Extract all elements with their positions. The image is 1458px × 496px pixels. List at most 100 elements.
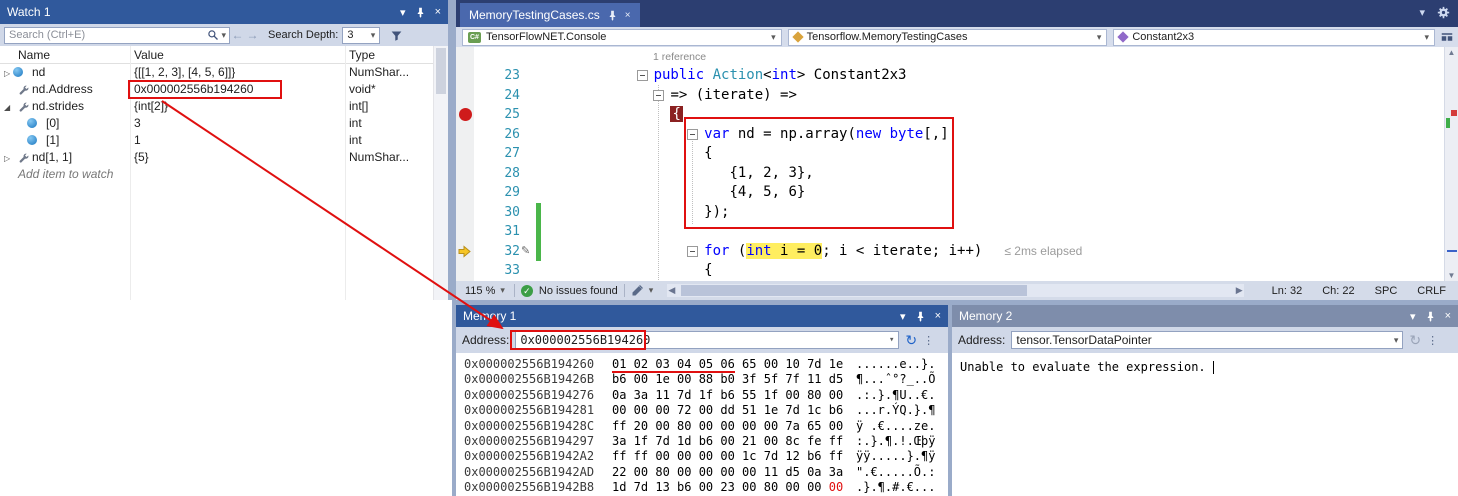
column-indicator[interactable]: Ch: 22 bbox=[1322, 285, 1354, 297]
spaces-indicator[interactable]: SPC bbox=[1375, 285, 1398, 297]
issues-status[interactable]: No issues found bbox=[539, 285, 618, 297]
collapse-region-icon[interactable] bbox=[653, 90, 664, 101]
watch-row[interactable]: [0]3int bbox=[0, 115, 448, 132]
split-window-icon[interactable] bbox=[1441, 31, 1453, 43]
scrollbar-thumb[interactable] bbox=[681, 285, 1027, 296]
watch-value[interactable]: 1 bbox=[134, 132, 141, 149]
collapse-region-icon[interactable] bbox=[637, 70, 648, 81]
watch-value[interactable]: 3 bbox=[134, 115, 141, 132]
chevron-down-icon[interactable]: ▾ bbox=[889, 335, 894, 345]
code-line[interactable]: { bbox=[704, 144, 712, 164]
collapse-region-icon[interactable] bbox=[687, 129, 698, 140]
editor-horizontal-scrollbar[interactable]: ◀ ▶ bbox=[667, 284, 1243, 297]
code-line[interactable]: public Action<int> Constant2x3 bbox=[654, 66, 907, 86]
member-dropdown[interactable]: Constant2x3 ▾ bbox=[1113, 29, 1435, 46]
code-cleanup-icon[interactable] bbox=[631, 285, 643, 297]
type-dropdown[interactable]: Tensorflow.MemoryTestingCases ▾ bbox=[788, 29, 1108, 46]
close-icon[interactable]: × bbox=[435, 6, 441, 18]
expander-icon[interactable]: ▷ bbox=[4, 65, 10, 82]
expander-icon[interactable]: ◢ bbox=[4, 99, 10, 116]
line-number[interactable]: 28 bbox=[456, 164, 520, 184]
code-line[interactable]: => (iterate) => bbox=[670, 86, 796, 106]
memory1-address-input[interactable]: 0x000002556B194260 ▾ bbox=[515, 331, 899, 349]
memory2-panel-header[interactable]: Memory 2 ▾× bbox=[952, 305, 1458, 327]
toolbar-overflow-icon[interactable]: ⋮ bbox=[1427, 334, 1438, 347]
watch-panel-header[interactable]: Watch 1 ▾× bbox=[0, 0, 448, 24]
column-header-type[interactable]: Type bbox=[349, 48, 375, 62]
search-next-icon[interactable]: → bbox=[245, 28, 260, 42]
watch-search-box[interactable]: ▾ bbox=[4, 27, 230, 44]
memory-row[interactable]: 0x000002556B1942B81d 7d 13 b6 00 23 00 8… bbox=[456, 480, 948, 495]
scroll-left-icon[interactable]: ◀ bbox=[668, 284, 675, 297]
memory2-address-input[interactable]: tensor.TensorDataPointer ▾ bbox=[1011, 331, 1403, 349]
memory-row[interactable]: 0x000002556B1942973a 1f 7d 1d b6 00 21 0… bbox=[456, 434, 948, 449]
memory2-body[interactable]: Unable to evaluate the expression. bbox=[952, 353, 1458, 496]
watch-value[interactable]: {5} bbox=[134, 149, 149, 166]
health-check-icon[interactable]: ✓ bbox=[521, 285, 533, 297]
line-number[interactable]: 24 bbox=[456, 86, 520, 106]
memory1-panel-header[interactable]: Memory 1 ▾× bbox=[456, 305, 948, 327]
code-line[interactable]: for (int i = 0; i < iterate; i++)≤ 2ms e… bbox=[704, 242, 1082, 262]
scroll-right-icon[interactable]: ▶ bbox=[1236, 284, 1243, 297]
column-header-value[interactable]: Value bbox=[134, 48, 164, 62]
column-header-name[interactable]: Name bbox=[18, 48, 50, 62]
line-number[interactable]: 26 bbox=[456, 125, 520, 145]
chevron-down-icon[interactable]: ▾ bbox=[1394, 335, 1399, 346]
chevron-down-icon[interactable]: ▾ bbox=[400, 6, 406, 19]
chevron-down-icon[interactable]: ▾ bbox=[1410, 310, 1416, 323]
code-editor[interactable]: 1 reference 23 public Action<int> Constan… bbox=[456, 47, 1458, 281]
pin-icon[interactable] bbox=[607, 10, 618, 21]
code-line[interactable]: { bbox=[704, 261, 712, 281]
memory-row[interactable]: 0x000002556B19428Cff 20 00 80 00 00 00 0… bbox=[456, 419, 948, 434]
pin-icon[interactable] bbox=[1425, 311, 1436, 322]
codelens-references[interactable]: 1 reference bbox=[653, 51, 706, 63]
code-line[interactable]: var nd = np.array(new byte[,] bbox=[704, 125, 948, 145]
line-ending-indicator[interactable]: CRLF bbox=[1417, 285, 1446, 297]
code-line[interactable]: {1, 2, 3}, bbox=[729, 164, 813, 184]
search-icon[interactable] bbox=[207, 29, 219, 41]
chevron-down-icon[interactable]: ▾ bbox=[900, 310, 906, 323]
editor-vertical-scrollbar[interactable]: ▲ ▼ bbox=[1444, 47, 1458, 281]
document-list-chevron-icon[interactable]: ▾ bbox=[1419, 6, 1425, 19]
filter-icon[interactable] bbox=[390, 29, 403, 42]
watch-row[interactable]: nd.Address0x000002556b194260void* bbox=[0, 81, 448, 98]
watch-row[interactable]: ▷nd[1, 1]{5}NumShar... bbox=[0, 149, 448, 166]
memory-row[interactable]: 0x000002556B1942A2ff ff 00 00 00 00 1c 7… bbox=[456, 449, 948, 464]
watch-value[interactable]: {int[2]} bbox=[134, 98, 168, 115]
zoom-select[interactable]: 115 % ▾ bbox=[462, 285, 508, 297]
memory-row[interactable]: 0x000002556B19426001 02 03 04 05 06 65 0… bbox=[456, 357, 948, 372]
scroll-up-icon[interactable]: ▲ bbox=[1445, 48, 1458, 57]
memory-row[interactable]: 0x000002556B1942AD22 00 80 00 00 00 00 1… bbox=[456, 465, 948, 480]
line-number[interactable]: 33 bbox=[456, 261, 520, 281]
collapse-region-icon[interactable] bbox=[687, 246, 698, 257]
expander-icon[interactable]: ▷ bbox=[4, 150, 10, 167]
watch-row[interactable]: ▷nd{[[1, 2, 3], [4, 5, 6]]}NumShar... bbox=[0, 64, 448, 81]
add-watch-row[interactable]: Add item to watch bbox=[0, 166, 448, 183]
scroll-down-icon[interactable]: ▼ bbox=[1445, 271, 1458, 280]
line-number[interactable]: 29 bbox=[456, 183, 520, 203]
search-prev-icon[interactable]: ← bbox=[230, 28, 245, 42]
line-indicator[interactable]: Ln: 32 bbox=[1272, 285, 1303, 297]
toolbar-overflow-icon[interactable]: ⋮ bbox=[923, 334, 934, 347]
close-icon[interactable]: × bbox=[625, 10, 631, 21]
chevron-down-icon[interactable]: ▾ bbox=[649, 285, 654, 296]
memory1-dump[interactable]: 0x000002556B19426001 02 03 04 05 06 65 0… bbox=[456, 353, 948, 496]
column-divider[interactable] bbox=[345, 46, 346, 300]
code-line[interactable]: { bbox=[670, 105, 682, 125]
gear-icon[interactable] bbox=[1437, 6, 1450, 19]
memory-row[interactable]: 0x000002556B19428100 00 00 72 00 dd 51 1… bbox=[456, 403, 948, 418]
column-divider[interactable] bbox=[130, 46, 131, 300]
tab-memorytestingcases[interactable]: MemoryTestingCases.cs × bbox=[460, 3, 640, 27]
line-number[interactable]: 23 bbox=[456, 66, 520, 86]
watch-row[interactable]: [1]1int bbox=[0, 132, 448, 149]
line-number[interactable]: 27 bbox=[456, 144, 520, 164]
line-number[interactable]: 31 bbox=[456, 222, 520, 242]
code-line[interactable]: {4, 5, 6} bbox=[729, 183, 805, 203]
memory-row[interactable]: 0x000002556B19426Bb6 00 1e 00 88 b0 3f 5… bbox=[456, 372, 948, 387]
code-line[interactable]: }); bbox=[704, 203, 729, 223]
refresh-icon[interactable]: ↻ bbox=[905, 332, 917, 349]
watch-row[interactable]: ◢nd.strides{int[2]}int[] bbox=[0, 98, 448, 115]
project-dropdown[interactable]: C# TensorFlowNET.Console ▾ bbox=[462, 29, 782, 46]
watch-value[interactable]: {[[1, 2, 3], [4, 5, 6]]} bbox=[134, 64, 235, 81]
pin-icon[interactable] bbox=[415, 7, 426, 18]
